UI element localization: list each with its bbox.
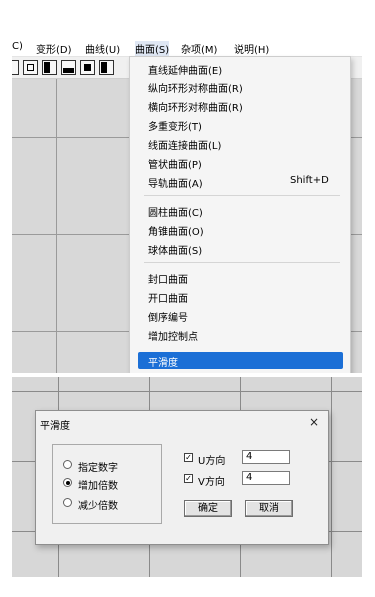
- menu-bar: C) 变形(D) 曲线(U) 曲面(S) 杂项(M) 说明(H): [12, 38, 362, 57]
- menu-option[interactable]: 开口曲面: [130, 288, 350, 305]
- v-direction-input[interactable]: 4: [242, 471, 290, 485]
- menu-option[interactable]: 横向环形对称曲面(R): [130, 97, 350, 114]
- radio-circle[interactable]: [63, 498, 72, 507]
- view-left-button[interactable]: [42, 60, 57, 75]
- menu-separator: [144, 262, 340, 263]
- dialog-screenshot-panel: 平滑度 × 指定数字 增加倍数 减少倍数 ✓ U方向 4 ✓ V方向 4 确定 …: [12, 377, 362, 577]
- menu-deform[interactable]: 变形(D): [36, 41, 72, 56]
- u-direction-input[interactable]: 4: [242, 450, 290, 464]
- menu-screenshot-panel: C) 变形(D) 曲线(U) 曲面(S) 杂项(M) 说明(H) ⊕ 直线延伸曲…: [12, 38, 362, 373]
- checkbox-box[interactable]: ✓: [184, 474, 193, 483]
- menu-surface[interactable]: 曲面(S): [135, 41, 170, 56]
- frame-icon: [27, 64, 34, 71]
- view-center-button[interactable]: [80, 60, 95, 75]
- menu-option[interactable]: 管状曲面(P): [130, 154, 350, 171]
- close-icon[interactable]: ×: [309, 415, 319, 429]
- checkbox-box[interactable]: ✓: [184, 453, 193, 462]
- radio-dot: [65, 480, 70, 485]
- shortcut-label: Shift+D: [290, 175, 329, 186]
- dialog-title: 平滑度: [40, 421, 70, 432]
- bottom-half-icon: [63, 68, 74, 73]
- menu-help[interactable]: 说明(H): [234, 41, 269, 56]
- menu-option[interactable]: 直线延伸曲面(E): [130, 60, 350, 77]
- menu-misc[interactable]: 杂项(M): [181, 41, 217, 56]
- radio-circle[interactable]: [63, 478, 72, 487]
- menu-option[interactable]: 角锥曲面(O): [130, 221, 350, 238]
- menu-curve[interactable]: 曲线(U): [85, 41, 120, 56]
- smoothness-dialog: 平滑度 × 指定数字 增加倍数 减少倍数 ✓ U方向 4 ✓ V方向 4 确定 …: [35, 410, 329, 545]
- menu-option[interactable]: 圆柱曲面(C): [130, 202, 350, 219]
- left-half-icon: [44, 62, 50, 73]
- surface-dropdown-menu: 直线延伸曲面(E) 纵向环形对称曲面(R) 横向环形对称曲面(R) 多重变形(T…: [129, 56, 351, 373]
- menu-option[interactable]: 增加控制点: [130, 326, 350, 343]
- menu-item-partial[interactable]: C): [12, 41, 23, 52]
- view-right-button[interactable]: [99, 60, 114, 75]
- menu-option[interactable]: 纵向环形对称曲面(R): [130, 78, 350, 95]
- menu-option[interactable]: 封口曲面: [130, 269, 350, 286]
- menu-option-smoothness[interactable]: 平滑度: [138, 352, 343, 369]
- view-full-button[interactable]: [23, 60, 38, 75]
- menu-separator: [144, 195, 340, 196]
- menu-option[interactable]: 倒序编号: [130, 307, 350, 324]
- radio-circle[interactable]: [63, 460, 72, 469]
- center-square-icon: [84, 64, 91, 71]
- menu-option[interactable]: 导轨曲面(A) Shift+D: [130, 173, 350, 190]
- menu-option[interactable]: 线面连接曲面(L): [130, 135, 350, 152]
- menu-option[interactable]: 多重变形(T): [130, 116, 350, 133]
- ok-button[interactable]: 确定: [184, 500, 232, 517]
- cancel-button[interactable]: 取消: [245, 500, 293, 517]
- menu-option[interactable]: 球体曲面(S): [130, 240, 350, 257]
- view-button-partial[interactable]: [12, 60, 19, 75]
- view-bottom-button[interactable]: [61, 60, 76, 75]
- left-block-icon: [101, 62, 107, 73]
